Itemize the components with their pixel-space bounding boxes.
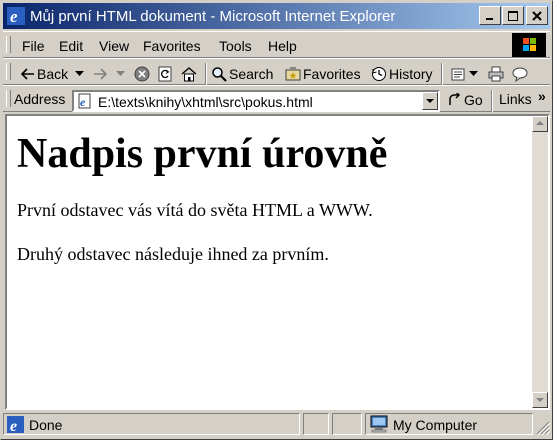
back-label: Back (37, 66, 69, 82)
forward-dropdown[interactable] (116, 64, 127, 84)
search-button[interactable]: Search (211, 64, 273, 84)
page-content: Nadpis první úrovně První odstavec vás v… (7, 116, 532, 408)
toolbar-separator (441, 63, 443, 85)
go-label: Go (464, 92, 483, 108)
zone-text: My Computer (393, 417, 478, 433)
discuss-button[interactable] (512, 64, 530, 84)
chevron-down-icon (426, 99, 434, 103)
toolbar-grip[interactable] (6, 63, 11, 80)
stop-icon (134, 66, 150, 82)
page-heading: Nadpis první úrovně (17, 131, 388, 177)
search-label: Search (229, 66, 274, 82)
menu-edit[interactable]: Edit (59, 38, 83, 54)
page-paragraph-1: První odstavec vás vítá do světa HTML a … (17, 200, 373, 220)
computer-icon (370, 415, 388, 433)
standard-toolbar: Back Search Favorites History (3, 58, 550, 85)
title-bar[interactable]: e Můj první HTML dokument - Microsoft In… (3, 3, 550, 29)
arrow-up-icon (536, 121, 544, 125)
menu-file[interactable]: File (22, 38, 45, 54)
svg-text:e: e (10, 418, 17, 433)
scroll-down-button[interactable] (532, 392, 548, 408)
mail-button[interactable] (451, 64, 480, 84)
forward-arrow-icon (94, 68, 107, 80)
dropdown-arrow-icon (469, 71, 478, 76)
close-button[interactable] (526, 6, 548, 25)
maximize-icon (508, 10, 518, 21)
menu-favorites[interactable]: Favorites (143, 38, 201, 54)
svg-text:e: e (80, 95, 86, 109)
menu-view[interactable]: View (99, 38, 129, 54)
menu-help[interactable]: Help (268, 38, 297, 54)
menu-tools[interactable]: Tools (219, 38, 252, 54)
discuss-icon (512, 67, 528, 82)
address-url: E:\texts\knihy\xhtml\src\pokus.html (98, 94, 313, 110)
dropdown-arrow-icon (75, 71, 84, 76)
back-arrow-icon (21, 68, 34, 80)
links-chevron[interactable]: » (538, 88, 546, 104)
minimize-button[interactable] (479, 6, 501, 25)
toolbar-separator (491, 90, 493, 112)
go-arrow-icon (449, 93, 461, 105)
address-label: Address (14, 91, 66, 107)
toolbar-separator (205, 63, 207, 85)
menu-bar-grip[interactable] (6, 36, 11, 53)
close-icon (532, 10, 542, 21)
maximize-button[interactable] (502, 6, 524, 25)
refresh-icon (158, 66, 172, 82)
address-dropdown-button[interactable] (422, 92, 438, 110)
ie-logo-icon: e (7, 7, 25, 25)
address-input[interactable]: e E:\texts\knihy\xhtml\src\pokus.html (72, 90, 440, 112)
favorites-icon (285, 67, 301, 81)
print-button[interactable] (488, 64, 506, 84)
address-bar: Address e E:\texts\knihy\xhtml\src\pokus… (3, 85, 550, 112)
history-label: History (389, 66, 433, 82)
home-icon (181, 67, 197, 82)
back-button[interactable]: Back (21, 64, 68, 84)
status-panel-progress (303, 413, 329, 435)
page-paragraph-2: Druhý odstavec následuje ihned za prvním… (17, 244, 329, 264)
vertical-scrollbar[interactable] (532, 116, 548, 408)
status-panel-lock (332, 413, 362, 435)
dropdown-arrow-icon (116, 71, 125, 76)
page-viewport: Nadpis první úrovně První odstavec vás v… (5, 114, 550, 410)
favorites-button[interactable]: Favorites (285, 64, 361, 84)
back-dropdown[interactable] (75, 64, 86, 84)
window-title: Můj první HTML dokument - Microsoft Inte… (30, 8, 396, 25)
history-button[interactable]: History (371, 64, 433, 84)
page-icon: e (78, 93, 91, 109)
svg-text:e: e (10, 7, 18, 25)
search-icon (212, 67, 227, 82)
status-panel-main: e Done (3, 413, 300, 435)
history-icon (372, 67, 386, 81)
status-text: Done (29, 417, 63, 433)
address-bar-grip[interactable] (6, 90, 11, 107)
ie-page-icon: e (7, 416, 24, 433)
arrow-down-icon (536, 398, 544, 402)
minimize-icon (486, 17, 493, 20)
menu-bar: File Edit View Favorites Tools Help (3, 31, 550, 58)
go-button[interactable]: Go (448, 90, 483, 110)
stop-button[interactable] (134, 64, 152, 84)
print-icon (488, 66, 504, 82)
home-button[interactable] (181, 64, 199, 84)
mail-icon (451, 68, 465, 81)
scroll-up-button[interactable] (532, 116, 548, 132)
status-bar: e Done My Computer (3, 412, 551, 437)
resize-grip-icon[interactable] (536, 421, 551, 436)
links-button[interactable]: Links (499, 91, 532, 107)
windows-logo-icon (512, 33, 546, 57)
browser-window: e Můj první HTML dokument - Microsoft In… (0, 0, 553, 440)
forward-button[interactable] (93, 64, 109, 84)
refresh-button[interactable] (158, 64, 174, 84)
favorites-label: Favorites (303, 66, 361, 82)
status-panel-zone: My Computer (365, 413, 533, 435)
